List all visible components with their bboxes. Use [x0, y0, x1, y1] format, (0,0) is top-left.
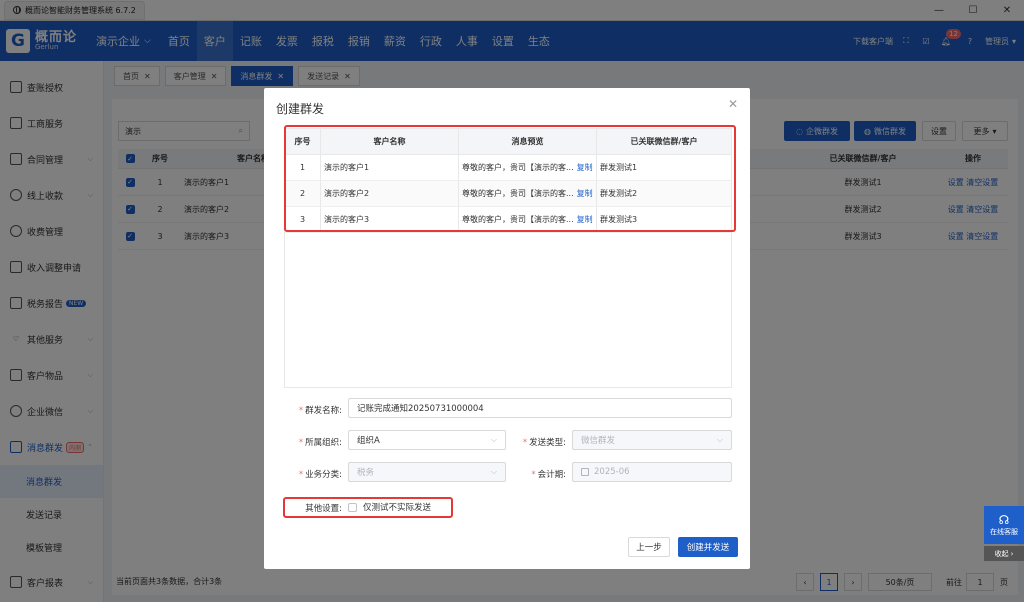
- broadcast-name-label: * 群发名称:: [298, 406, 342, 416]
- org-value: 组织A: [357, 436, 380, 446]
- period-label: * 会计期:: [531, 470, 566, 480]
- create-and-send-button[interactable]: 创建并发送: [678, 537, 738, 557]
- dialog-title: 创建群发: [276, 102, 325, 116]
- period-value: 2025-06: [594, 467, 630, 477]
- period-picker: 2025-06: [572, 462, 732, 482]
- org-select[interactable]: 组织A ⌵: [348, 430, 506, 450]
- biz-select: 税务 ⌵: [348, 462, 506, 482]
- chevron-down-icon: ⌵: [490, 435, 497, 444]
- org-label: * 所属组织:: [298, 438, 342, 448]
- chevron-down-icon: ⌵: [716, 435, 723, 444]
- headset-icon: ☊: [998, 513, 1010, 527]
- chevron-down-icon: ⌵: [490, 467, 497, 476]
- highlight-box-test-setting: [283, 497, 453, 518]
- prev-step-button[interactable]: 上一步: [628, 537, 670, 557]
- collapse-button[interactable]: 收起 ›: [984, 546, 1024, 561]
- broadcast-name-value: 记账完成通知20250731000004: [357, 404, 484, 414]
- online-service-label: 在线客服: [990, 528, 1018, 536]
- highlight-box-table: [284, 125, 736, 232]
- send-type-select: 微信群发 ⌵: [572, 430, 732, 450]
- biz-label: * 业务分类:: [298, 470, 342, 480]
- send-type-label: * 发送类型:: [522, 438, 566, 448]
- send-type-value: 微信群发: [581, 436, 616, 446]
- biz-value: 税务: [357, 468, 375, 478]
- chevron-right-icon: ›: [1010, 549, 1014, 558]
- calendar-icon: [581, 468, 589, 476]
- online-service-button[interactable]: ☊ 在线客服: [984, 506, 1024, 544]
- broadcast-name-input[interactable]: 记账完成通知20250731000004: [348, 398, 732, 418]
- collapse-label: 收起: [994, 549, 1009, 558]
- close-icon[interactable]: ✕: [728, 97, 738, 111]
